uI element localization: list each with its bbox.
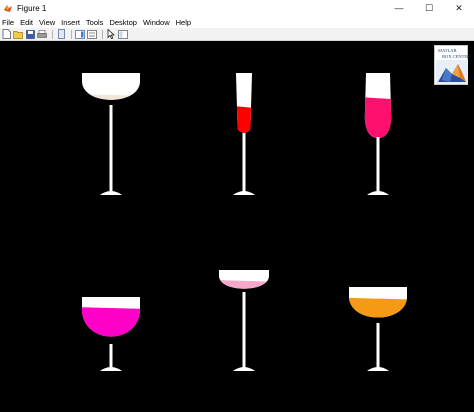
glass-6-foot <box>367 367 389 371</box>
glass-2-stem <box>242 133 246 192</box>
glass-4-foot <box>100 367 122 371</box>
logo-line-1: MATLAB <box>438 48 457 53</box>
print-icon[interactable] <box>37 29 47 39</box>
window-title: Figure 1 <box>17 3 47 13</box>
glass-6 <box>349 287 407 371</box>
glass-5 <box>219 270 269 371</box>
glass-3 <box>364 73 392 195</box>
matlab-icon <box>3 3 13 13</box>
menu-edit[interactable]: Edit <box>20 18 33 27</box>
open-file-icon[interactable] <box>13 29 23 39</box>
glass-1 <box>82 73 140 195</box>
minimize-button[interactable]: — <box>384 0 414 16</box>
glass-2-foot <box>233 191 255 195</box>
pointer-icon[interactable] <box>106 29 116 39</box>
menu-insert[interactable]: Insert <box>61 18 80 27</box>
glass-6-stem <box>376 323 380 368</box>
title-bar: Figure 1 — ☐ ✕ <box>0 0 474 16</box>
menu-file[interactable]: File <box>2 18 14 27</box>
glass-4 <box>82 297 140 371</box>
glass-1-stem <box>109 105 113 192</box>
menu-help[interactable]: Help <box>176 18 191 27</box>
glass-plot <box>82 73 407 371</box>
glass-3-foot <box>367 191 389 195</box>
property-inspector-icon[interactable] <box>118 29 128 39</box>
save-icon[interactable] <box>25 29 35 39</box>
membrane-logo-icon <box>436 60 468 84</box>
window-controls: — ☐ ✕ <box>384 0 474 16</box>
glass-1-foot <box>100 191 122 195</box>
link-plot-icon[interactable] <box>56 29 66 39</box>
menu-bar: File Edit View Insert Tools Desktop Wind… <box>0 16 474 28</box>
figure-toolbar <box>0 28 474 41</box>
glass-2 <box>233 73 255 195</box>
toolbar-separator <box>52 29 53 39</box>
toolbar-separator <box>102 29 103 39</box>
glass-5-stem <box>242 292 246 368</box>
toolbar-separator <box>71 29 72 39</box>
glass-5-foot <box>233 367 255 371</box>
maximize-button[interactable]: ☐ <box>414 0 444 16</box>
close-button[interactable]: ✕ <box>444 0 474 16</box>
menu-window[interactable]: Window <box>143 18 170 27</box>
logo-line-2: BOX CENTER <box>442 54 471 59</box>
glass-3-stem <box>376 137 380 192</box>
legend-icon[interactable] <box>87 29 97 39</box>
menu-tools[interactable]: Tools <box>86 18 104 27</box>
menu-desktop[interactable]: Desktop <box>109 18 137 27</box>
glass-4-stem <box>109 344 113 368</box>
colorbar-icon[interactable] <box>75 29 85 39</box>
new-figure-icon[interactable] <box>1 29 11 39</box>
figure-canvas[interactable] <box>0 41 474 412</box>
matlab-box-logo: MATLAB BOX CENTER <box>434 45 471 85</box>
menu-view[interactable]: View <box>39 18 55 27</box>
